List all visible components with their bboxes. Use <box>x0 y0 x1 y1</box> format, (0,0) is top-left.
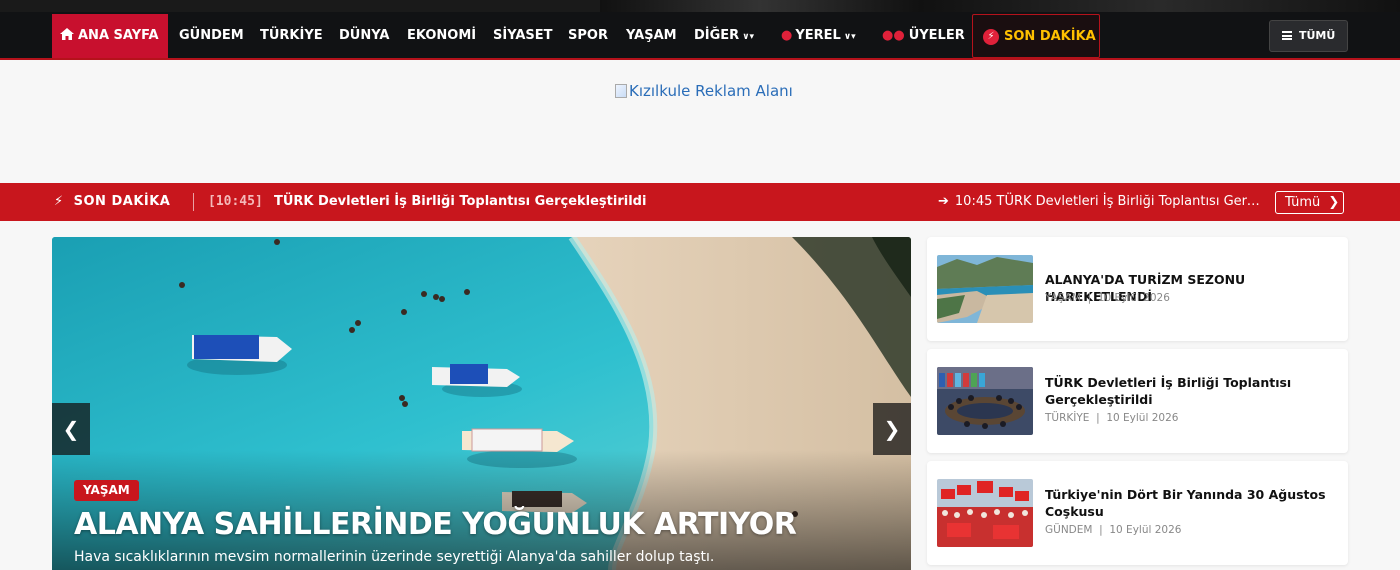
nav-gundem[interactable]: GÜNDEM <box>179 14 244 58</box>
nav-dunya[interactable]: DÜNYA <box>339 14 389 58</box>
side-news-title[interactable]: TÜRK Devletleri İş Birliği Toplantısı Ge… <box>1045 374 1345 408</box>
slider-headline[interactable]: ALANYA SAHİLLERİNDE YOĞUNLUK ARTIYOR <box>74 507 797 542</box>
nav-ekonomi[interactable]: EKONOMİ <box>407 14 476 58</box>
breaking-ticker[interactable]: ➔ 10:45 TÜRK Devletleri İş Birliği Toplan… <box>938 183 1260 221</box>
chevron-down-icon: ∨▾ <box>843 32 856 42</box>
broken-image-icon <box>615 84 627 98</box>
menu-icon <box>1282 31 1292 40</box>
side-news-category: YAŞAM <box>1045 292 1081 304</box>
divider <box>193 193 194 211</box>
side-news-category: TÜRKİYE <box>1045 412 1090 424</box>
breaking-news-bar: ⚡ SON DAKİKA [10:45] TÜRK Devletleri İş B… <box>0 183 1400 221</box>
slider-next-button[interactable]: ❯ <box>873 403 911 455</box>
users-icon: ●● <box>882 28 905 43</box>
slider-prev-button[interactable]: ❮ <box>52 403 90 455</box>
side-news-card[interactable]: ALANYA'DA TURİZM SEZONU HAREKETLENDİ YAŞ… <box>927 237 1348 341</box>
arrow-right-icon: ➔ <box>938 194 949 209</box>
ticker-text: 10:45 TÜRK Devletleri İş Birliği Toplant… <box>954 194 1260 209</box>
side-news-date: 10 Eylül 2026 <box>1097 292 1170 304</box>
bolt-icon: ⚡ <box>54 194 64 209</box>
side-news-meta: YAŞAM | 10 Eylül 2026 <box>1045 292 1170 304</box>
slider-summary: Hava sıcaklıklarının mevsim normallerini… <box>74 549 715 565</box>
nav-more-label: DİĞER <box>694 28 740 43</box>
headline-slider[interactable]: ❮ ❯ YAŞAM ALANYA SAHİLLERİNDE YOĞUNLUK A… <box>52 237 911 570</box>
breaking-time: [10:45] <box>208 194 263 209</box>
breaking-label-text: SON DAKİKA <box>73 194 171 209</box>
side-news-category: GÜNDEM <box>1045 524 1093 536</box>
nav-breaking-button[interactable]: ⚡ SON DAKİKA <box>972 14 1100 58</box>
nav-local-dropdown[interactable]: ● YEREL ∨▾ <box>781 14 856 58</box>
nav-all-button[interactable]: TÜMÜ <box>1269 20 1348 52</box>
nav-breaking-label: SON DAKİKA <box>1004 29 1096 44</box>
slider-category-badge[interactable]: YAŞAM <box>74 480 139 501</box>
chevron-left-icon: ❮ <box>62 417 80 441</box>
news-thumbnail <box>937 255 1033 323</box>
bolt-icon: ⚡ <box>983 29 999 45</box>
chevron-right-icon: ❯ <box>1328 195 1340 210</box>
nav-home-label: ANA SAYFA <box>78 28 159 43</box>
breaking-label: ⚡ SON DAKİKA <box>54 183 170 221</box>
chevron-down-icon: ∨▾ <box>742 32 755 42</box>
news-thumbnail <box>937 479 1033 547</box>
side-news-card[interactable]: TÜRK Devletleri İş Birliği Toplantısı Ge… <box>927 349 1348 453</box>
nav-more-dropdown[interactable]: DİĞER ∨▾ <box>694 14 754 58</box>
news-thumbnail <box>937 367 1033 435</box>
nav-turkiye[interactable]: TÜRKİYE <box>260 14 323 58</box>
side-news-date: 10 Eylül 2026 <box>1109 524 1182 536</box>
nav-all-label: TÜMÜ <box>1299 29 1336 42</box>
breaking-all-label: Tümü <box>1285 195 1321 210</box>
side-news-card[interactable]: Türkiye'nin Dört Bir Yanında 30 Ağustos … <box>927 461 1348 565</box>
nav-siyaset[interactable]: SİYASET <box>493 14 553 58</box>
ad-alt-text: Kızılkule Reklam Alanı <box>629 82 793 100</box>
ad-banner[interactable]: Kızılkule Reklam Alanı <box>615 80 793 102</box>
map-pin-icon: ● <box>781 28 793 43</box>
side-news-date: 10 Eylül 2026 <box>1106 412 1179 424</box>
nav-members[interactable]: ●● ÜYELER <box>882 14 965 58</box>
nav-spor[interactable]: SPOR <box>568 14 608 58</box>
top-strip <box>0 0 1400 12</box>
nav-yasam[interactable]: YAŞAM <box>626 14 677 58</box>
nav-home[interactable]: ANA SAYFA <box>52 14 168 58</box>
side-news-title[interactable]: Türkiye'nin Dört Bir Yanında 30 Ağustos … <box>1045 486 1345 520</box>
chevron-right-icon: ❯ <box>883 417 901 441</box>
side-news-meta: GÜNDEM | 10 Eylül 2026 <box>1045 524 1182 536</box>
side-news-meta: TÜRKİYE | 10 Eylül 2026 <box>1045 412 1179 424</box>
breaking-title-link[interactable]: TÜRK Devletleri İş Birliği Toplantısı Ge… <box>274 183 646 221</box>
nav-local-label: YEREL <box>795 28 841 43</box>
breaking-all-button[interactable]: Tümü ❯ <box>1275 191 1344 214</box>
home-icon <box>60 28 74 40</box>
main-nav: ANA SAYFA GÜNDEM TÜRKİYE DÜNYA EKONOMİ S… <box>0 12 1400 60</box>
nav-members-label: ÜYELER <box>908 28 965 43</box>
